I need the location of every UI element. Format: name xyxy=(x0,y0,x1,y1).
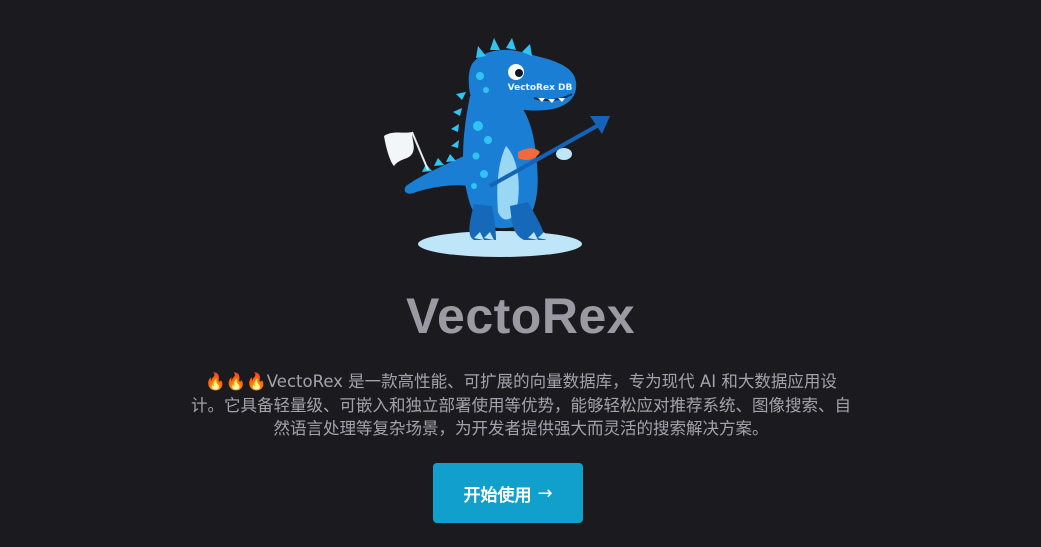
arrow-right-icon: → xyxy=(537,482,553,504)
hero-section: VectoRex DB VectoRex 🔥🔥🔥VectoRex 是一款高性能、… xyxy=(0,0,1041,547)
mascot-chest-label: VectoRex DB xyxy=(508,83,573,93)
get-started-label: 开始使用 xyxy=(463,485,532,506)
get-started-button[interactable]: 开始使用 → xyxy=(433,463,583,523)
fire-icon: 🔥 xyxy=(205,372,226,391)
tagline-text: VectoRex 是一款高性能、可扩展的向量数据库，专为现代 AI 和大数据应用… xyxy=(191,372,851,438)
dinosaur-mascot-icon: VectoRex DB xyxy=(384,38,610,257)
page-title: VectoRex xyxy=(405,288,636,344)
fire-icon: 🔥 xyxy=(225,372,247,391)
fire-icon: 🔥 xyxy=(246,372,267,391)
tagline: 🔥🔥🔥VectoRex 是一款高性能、可扩展的向量数据库，专为现代 AI 和大数… xyxy=(190,370,852,441)
